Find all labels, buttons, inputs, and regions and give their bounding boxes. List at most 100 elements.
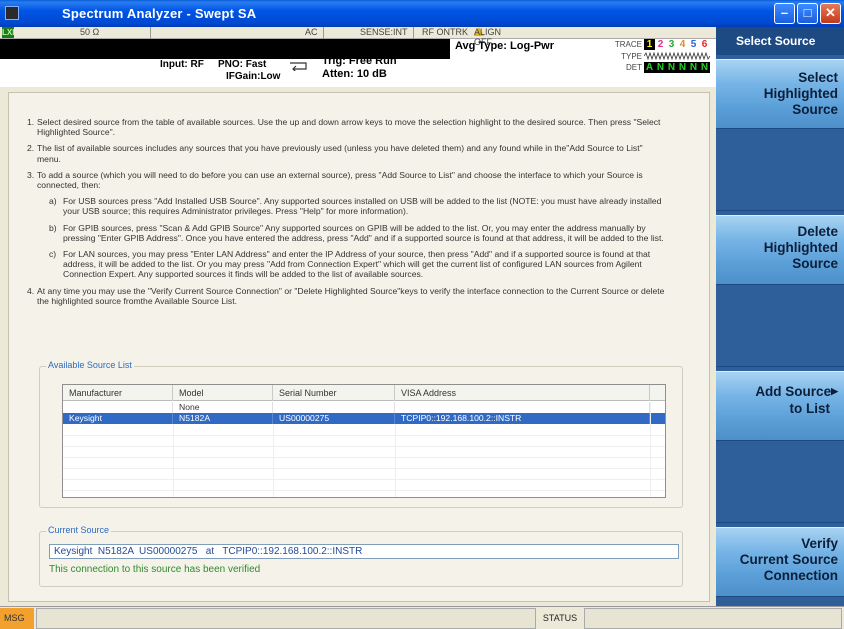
grid-line [63,468,665,469]
instruction-number: 2. [27,143,35,154]
softkey-label-line: Verify [801,536,838,551]
softkey-label-line: Current Source [739,552,838,567]
trace-indicator: TRACE 123456 TYPE DET ANNNNN [606,39,714,73]
app-icon [5,6,19,20]
table-row-selected[interactable]: Keysight N5182A US00000275 TCPIP0::192.1… [63,413,665,424]
grid-line [63,446,665,447]
maximize-icon: □ [803,5,812,20]
detector-value: N [700,62,709,73]
type-label: TYPE [621,52,642,61]
softkey-label-line: Connection [763,568,838,583]
measurement-header: LXI 50 Ω AC SENSE:INT RF ONTRK ALIGN OFF… [0,27,716,87]
window-title: Spectrum Analyzer - Swept SA [62,6,257,21]
status-label[interactable]: STATUS [538,608,582,629]
grid-line [63,479,665,480]
main-panel: 1. Select desired source from the table … [8,92,710,602]
softkey-label-line: Highlighted [763,86,838,101]
cell-serial-number [273,402,395,413]
trace-number-3: 3 [668,39,675,50]
column-header-visa-address[interactable]: VISA Address [395,385,650,401]
table-header: Manufacturer Model Serial Number VISA Ad… [63,385,665,401]
instruction-text: For LAN sources, you may press "Enter LA… [63,249,651,280]
header-top-row: LXI 50 Ω AC SENSE:INT RF ONTRK ALIGN OFF [0,27,716,47]
trace-number-5: 5 [690,39,697,50]
grid-line [63,457,665,458]
msg-indicator[interactable]: MSG [0,608,34,629]
softkey-label-line: Source [792,102,838,117]
detector-value: A [645,62,654,73]
trace-numbers: 123456 [644,39,710,50]
softkey-label-line: Add Source▶ [755,384,838,401]
verify-current-source-connection-button[interactable]: Verify Current Source Connection [716,527,844,597]
minimize-icon: – [780,5,789,20]
cell-manufacturer [63,402,173,413]
divider [413,27,414,39]
submenu-arrow-icon: ▶ [831,386,838,396]
grid-line [173,424,174,497]
sweep-icon [290,62,307,71]
det-label: DET [626,63,642,72]
grid-line [63,490,665,491]
minimize-button[interactable]: – [774,3,795,24]
instruction-letter: a) [49,196,57,207]
delete-highlighted-source-button[interactable]: Delete Highlighted Source [716,215,844,285]
column-header-serial-number[interactable]: Serial Number [273,385,395,401]
cell-manufacturer: Keysight [63,413,173,424]
impedance-label: 50 Ω [80,27,100,37]
grid-line [273,424,274,497]
instruction-text: To add a source (which you will need to … [37,169,643,191]
source-table[interactable]: Manufacturer Model Serial Number VISA Ad… [62,384,666,498]
detector-value: N [667,62,676,73]
instruction-number: 3. [27,169,35,180]
current-source-legend: Current Source [46,525,112,535]
softkey-label-line: Delete [797,224,838,239]
title-bar: Spectrum Analyzer - Swept SA – □ ✕ [0,0,844,27]
instruction-text: For GPIB sources, press "Scan & Add GPIB… [63,222,664,243]
current-source-group: Current Source Keysight N5182A US0000027… [39,525,683,587]
add-source-to-list-button[interactable]: Add Source▶ to List [716,371,844,441]
instruction-4: 4. At any time you may use the "Verify C… [27,286,667,306]
softkey-label-text: Add Source [755,384,832,399]
instruction-3a: a) For USB sources press "Add Installed … [37,196,667,216]
detector-value: N [689,62,698,73]
instruction-number: 1. [27,117,35,127]
status-field [584,608,842,629]
close-button[interactable]: ✕ [820,3,841,24]
divider [150,27,151,39]
cell-visa-address: TCPIP0::192.168.100.2::INSTR [395,413,650,424]
input-label: Input: RF [160,59,204,70]
message-field [36,608,536,629]
instruction-text: For USB sources press "Add Installed USB… [63,196,662,217]
trace-label: TRACE [614,40,642,49]
divider [323,27,324,39]
instruction-1: 1. Select desired source from the table … [27,117,667,137]
ifgain-label: IFGain:Low [226,71,281,82]
table-row[interactable]: None [63,402,665,413]
connection-status-text: This connection to this source has been … [49,564,261,575]
trace-number-2: 2 [657,39,664,50]
cell-serial-number: US00000275 [273,413,395,424]
instruction-text: At any time you may use the "Verify Curr… [37,285,665,306]
softkey-blank [716,287,844,367]
maximize-button[interactable]: □ [797,3,818,24]
column-header-model[interactable]: Model [173,385,273,401]
softkey-panel: Select Source Select Highlighted Source … [716,27,844,606]
cell-visa-address [395,402,650,413]
softkey-blank [716,131,844,211]
cell-model: N5182A [173,413,273,424]
trace-number-1: 1 [644,39,655,50]
softkey-label-line: Source [792,256,838,271]
instruction-text: Select desired source from the table of … [37,117,661,138]
softkey-label-line: to List [789,401,831,416]
grid-line [650,402,651,497]
atten-label: Atten: 10 dB [322,68,387,80]
detector-value: N [678,62,687,73]
grid-line [63,435,665,436]
instruction-number: 4. [27,285,35,296]
column-header-manufacturer[interactable]: Manufacturer [63,385,173,401]
available-source-list-legend: Available Source List [46,360,134,370]
select-highlighted-source-button[interactable]: Select Highlighted Source [716,59,844,129]
instruction-2: 2. The list of available sources include… [27,143,667,163]
close-icon: ✕ [825,5,836,20]
instruction-3b: b) For GPIB sources, press "Scan & Add G… [37,223,667,243]
